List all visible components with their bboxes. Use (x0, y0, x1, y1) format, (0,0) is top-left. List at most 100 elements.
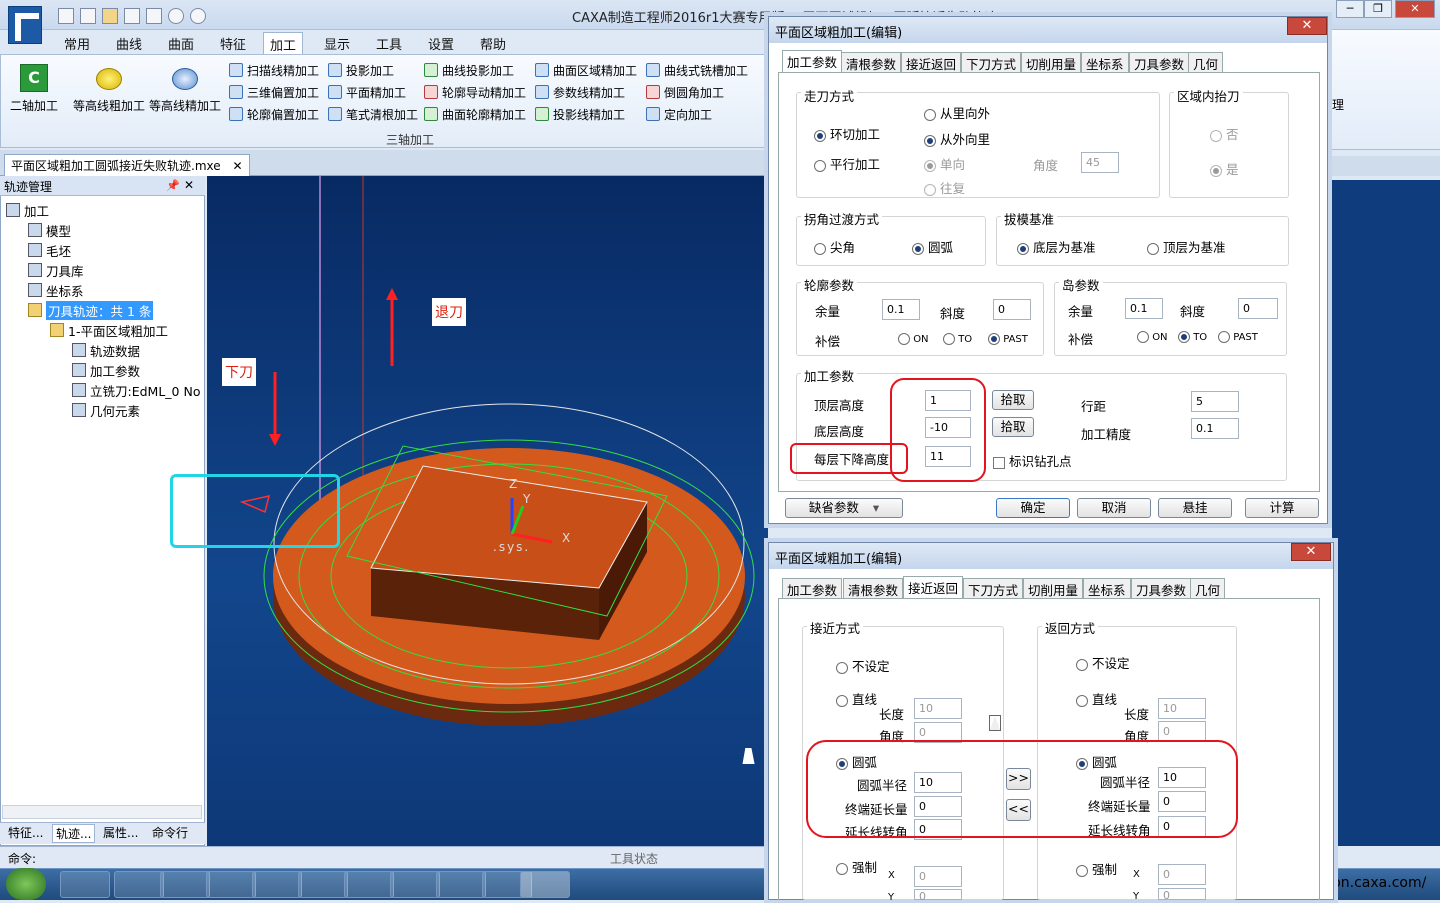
plane-finish-button[interactable]: 平面精加工 (328, 82, 406, 102)
ok-button[interactable]: 确定 (996, 498, 1070, 518)
tab-feature[interactable]: 特征 (214, 32, 252, 54)
tab-machining[interactable]: 加工 (263, 32, 304, 54)
panel-tab-feature[interactable]: 特征... (8, 824, 43, 841)
radio-arc-corner[interactable]: 圆弧 (912, 237, 953, 256)
directional-button[interactable]: 定向加工 (646, 104, 712, 124)
tree-item[interactable]: 几何元素 (6, 400, 202, 420)
radio-in-out[interactable]: 从里向外 (924, 103, 990, 122)
dialog1-close-button[interactable]: ✕ (1287, 17, 1327, 35)
tree-item[interactable]: 加工参数 (6, 360, 202, 380)
d1-tab-geometry[interactable]: 几何 (1188, 52, 1224, 72)
d2-tab-geometry[interactable]: 几何 (1190, 578, 1226, 598)
document-tab[interactable]: 平面区域粗加工圆弧接近失败轨迹.mxe ✕ (4, 154, 250, 176)
retreat-length-input[interactable]: 10 (1158, 698, 1206, 719)
app-icon-4[interactable] (390, 871, 440, 898)
approach-radio-force[interactable]: 强制 (836, 857, 877, 876)
new-doc-icon[interactable] (80, 8, 96, 24)
two-axis-icon[interactable]: C (20, 64, 48, 92)
contour-allow-input[interactable]: 0.1 (882, 299, 920, 320)
tree-item[interactable]: 坐标系 (6, 280, 202, 300)
tab-help[interactable]: 帮助 (474, 32, 512, 54)
contour-rough-button[interactable]: 等高线粗加工 (70, 97, 148, 114)
projection-button[interactable]: 投影加工 (328, 60, 394, 80)
contour-guide-button[interactable]: 轮廓导动精加工 (424, 82, 526, 102)
tab-settings[interactable]: 设置 (422, 32, 460, 54)
undo-icon[interactable] (168, 8, 184, 24)
contour-finish-button[interactable]: 等高线精加工 (146, 97, 224, 114)
island-slope-input[interactable]: 0 (1238, 298, 1278, 319)
d2-tab-tool[interactable]: 刀具参数 (1131, 578, 1192, 598)
radio-zigzag[interactable]: 往复 (924, 178, 965, 197)
d1-tab-plunge[interactable]: 下刀方式 (961, 52, 1022, 72)
panel-tab-trajectory[interactable]: 轨迹... (52, 824, 96, 843)
d2-tab-plunge[interactable]: 下刀方式 (963, 578, 1024, 598)
d1-tab-approach[interactable]: 接近返回 (901, 52, 962, 72)
projection-line-button[interactable]: 投影线精加工 (535, 104, 625, 124)
pin-icon[interactable]: 📌 (166, 179, 180, 192)
tree-item[interactable]: 模型 (6, 220, 202, 240)
row-spacing-input[interactable]: 5 (1191, 391, 1239, 412)
two-axis-button[interactable]: 二轴加工 (6, 97, 62, 114)
d1-tab-coord[interactable]: 坐标系 (1081, 52, 1129, 72)
retreat-radio-force[interactable]: 强制 (1076, 859, 1117, 878)
app-logo[interactable] (8, 6, 42, 44)
contour-radio-to[interactable]: TO (943, 333, 972, 345)
contour-radio-on[interactable]: ON (898, 333, 929, 345)
radio-sharp[interactable]: 尖角 (814, 237, 855, 256)
open-folder-icon[interactable] (102, 8, 118, 24)
calculate-button[interactable]: 计算 (1245, 498, 1319, 518)
island-radio-on[interactable]: ON (1137, 331, 1168, 343)
3d-offset-button[interactable]: 三维偏置加工 (229, 82, 319, 102)
tab-curve[interactable]: 曲线 (110, 32, 148, 54)
retreat-x-input[interactable]: 0 (1158, 864, 1206, 885)
radio-lift-no[interactable]: 否 (1210, 124, 1239, 143)
close-button[interactable]: ✕ (1395, 0, 1435, 18)
d2-tab-clean[interactable]: 清根参数 (843, 578, 904, 598)
contour-slope-input[interactable]: 0 (993, 299, 1031, 320)
approach-radio-line[interactable]: 直线 (836, 689, 877, 708)
scanline-finish-button[interactable]: 扫描线精加工 (229, 60, 319, 80)
caxa-taskbar-icon[interactable] (520, 871, 570, 898)
close-tab-icon[interactable]: ✕ (232, 159, 242, 173)
surface-region-button[interactable]: 曲面区域精加工 (535, 60, 637, 80)
panel-tab-command[interactable]: 命令行 (152, 824, 188, 841)
d2-tab-coord[interactable]: 坐标系 (1083, 578, 1131, 598)
app-icon-1[interactable] (206, 871, 256, 898)
contour-radio-past[interactable]: PAST (988, 333, 1028, 345)
d1-tab-cutting[interactable]: 切削用量 (1021, 52, 1082, 72)
media-player-icon[interactable] (160, 871, 210, 898)
d1-tab-tool[interactable]: 刀具参数 (1129, 52, 1190, 72)
default-params-button[interactable]: 缺省参数 ▾ (785, 498, 903, 518)
d2-tab-approach[interactable]: 接近返回 (903, 576, 964, 598)
tree-item[interactable]: 刀具轨迹：共 1 条 (6, 300, 202, 320)
cancel-button[interactable]: 取消 (1077, 498, 1151, 518)
save-icon[interactable] (124, 8, 140, 24)
approach-x-input[interactable]: 0 (914, 866, 962, 887)
hang-button[interactable]: 悬挂 (1158, 498, 1232, 518)
retreat-radio-none[interactable]: 不设定 (1076, 653, 1130, 672)
print-icon[interactable] (146, 8, 162, 24)
new-file-icon[interactable] (58, 8, 74, 24)
tree-item[interactable]: 加工 (6, 200, 202, 220)
accuracy-input[interactable]: 0.1 (1191, 418, 1239, 439)
tab-display[interactable]: 显示 (318, 32, 356, 54)
curve-projection-button[interactable]: 曲线投影加工 (424, 60, 514, 80)
d2-tab-machining[interactable]: 加工参数 (782, 578, 843, 598)
panel-tab-properties[interactable]: 属性... (103, 824, 138, 841)
app-icon-3[interactable] (344, 871, 394, 898)
param-line-button[interactable]: 参数线精加工 (535, 82, 625, 102)
tree-item[interactable]: 立铣刀:EdML_0 No (6, 380, 202, 400)
tree-item[interactable]: 刀具库 (6, 260, 202, 280)
tab-surface[interactable]: 曲面 (162, 32, 200, 54)
contour-finish-icon[interactable] (172, 68, 198, 90)
curve-slot-button[interactable]: 曲线式铣槽加工 (646, 60, 748, 80)
ie-icon[interactable] (60, 871, 110, 898)
radio-one-way[interactable]: 单向 (924, 154, 965, 173)
fillet-button[interactable]: 倒圆角加工 (646, 82, 724, 102)
start-button[interactable] (6, 868, 46, 900)
island-radio-past[interactable]: PAST (1218, 331, 1258, 343)
qq-icon[interactable] (252, 871, 302, 898)
d1-tab-machining[interactable]: 加工参数 (782, 50, 843, 72)
pick-top-button[interactable]: 拾取 (992, 390, 1034, 410)
angle-input[interactable]: 45 (1081, 152, 1119, 173)
